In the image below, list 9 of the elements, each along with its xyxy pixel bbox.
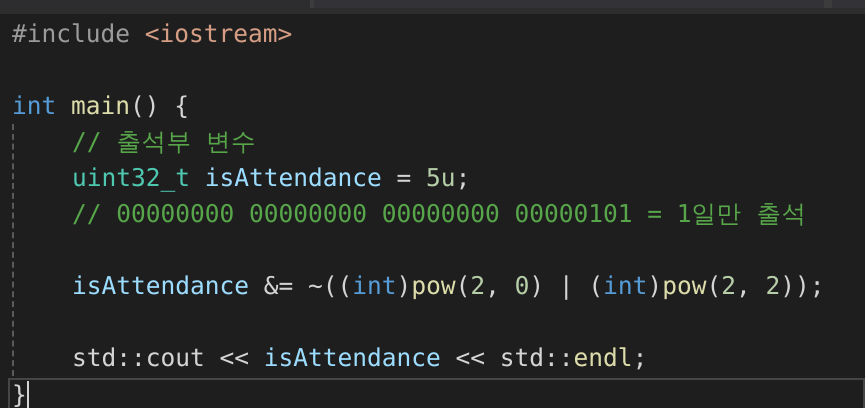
text-cursor (26, 381, 29, 408)
code-line: uint32_t isAttendance = 5u; (72, 162, 470, 194)
code-line: } (12, 379, 27, 408)
code-line: std::cout << isAttendance << std::endl; (72, 342, 648, 374)
code-line: int main() { (12, 90, 190, 122)
code-line: // 출석부 변수 (72, 126, 256, 158)
code-line: // 00000000 00000000 00000000 00000101 = 1일만 출석 (72, 198, 806, 230)
code-line: isAttendance &= ~((int)pow(2, 0) | (int)pow(2, 2)); (72, 270, 825, 302)
code-line: #include <iostream> (12, 18, 292, 50)
